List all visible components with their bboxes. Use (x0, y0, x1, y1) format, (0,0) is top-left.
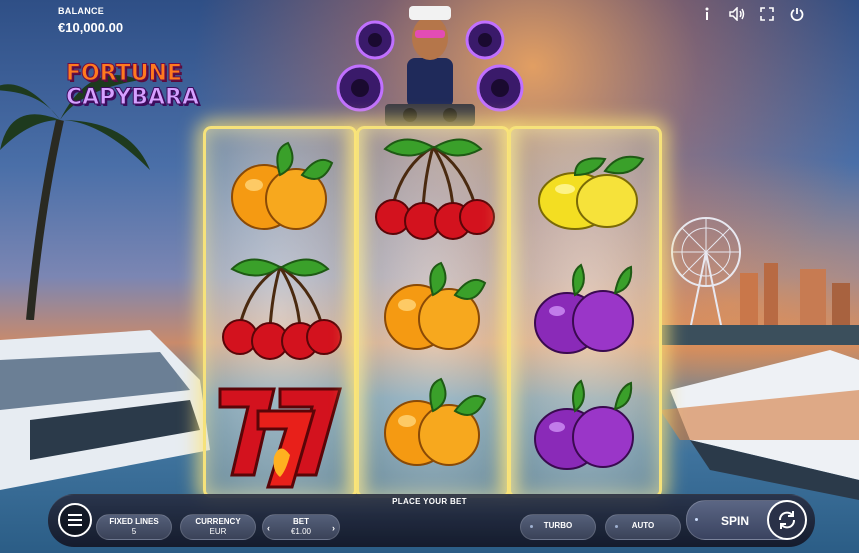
turbo-indicator-dot (530, 525, 533, 528)
spin-label: SPIN (721, 514, 750, 528)
fixed-lines-value: 5 (131, 527, 137, 536)
currency-value: EUR (209, 527, 227, 536)
top-toolbar (699, 6, 805, 22)
bet-label: BET (293, 517, 309, 526)
sound-icon[interactable] (729, 6, 745, 22)
auto-label: AUTO (631, 521, 655, 530)
bet-value: €1.00 (290, 527, 312, 536)
menu-button[interactable] (58, 503, 92, 537)
game-logo: FORTUNE CAPYBARA (66, 61, 200, 110)
currency-label: CURRENCY (195, 517, 241, 526)
auto-indicator-dot (615, 525, 618, 528)
currency-display[interactable]: CURRENCY EUR (180, 514, 256, 540)
dj-capybara-mascot (336, 6, 524, 126)
spin-indicator-dot (695, 518, 698, 521)
yacht-left (0, 330, 210, 490)
turbo-label: TURBO (543, 521, 573, 530)
logo-line-1: FORTUNE (66, 61, 183, 86)
plum-symbol (515, 255, 655, 375)
reel-3 (508, 126, 662, 498)
logo-line-2: CAPYBARA (66, 85, 200, 110)
balance-value: €10,000.00 (58, 20, 124, 35)
fixed-lines-label: FIXED LINES (109, 517, 159, 526)
seven-symbol (210, 371, 350, 491)
balance-display: BALANCE €10,000.00 (58, 6, 123, 35)
cherries-symbol (210, 255, 350, 375)
reel-2 (356, 126, 510, 498)
yacht-right (660, 350, 859, 500)
orange-symbol (210, 135, 350, 255)
cherries-symbol (363, 135, 503, 255)
fixed-lines-display: FIXED LINES 5 (96, 514, 172, 540)
plum-symbol (515, 371, 655, 491)
spin-button[interactable]: SPIN (686, 500, 807, 540)
reel-1 (203, 126, 357, 498)
orange-symbol (363, 371, 503, 491)
bet-selector: ‹ BET €1.00 › (262, 514, 340, 540)
lemon-symbol (515, 135, 655, 255)
hamburger-icon (68, 514, 82, 526)
fullscreen-icon[interactable] (759, 6, 775, 22)
orange-symbol (363, 255, 503, 375)
power-icon[interactable] (789, 6, 805, 22)
turbo-button[interactable]: TURBO (520, 514, 596, 540)
bet-increase-icon[interactable]: › (332, 523, 335, 533)
bet-decrease-icon[interactable]: ‹ (267, 523, 270, 533)
balance-label: BALANCE (58, 6, 105, 16)
info-icon[interactable] (699, 6, 715, 22)
spin-icon[interactable] (767, 500, 807, 540)
auto-button[interactable]: AUTO (605, 514, 681, 540)
